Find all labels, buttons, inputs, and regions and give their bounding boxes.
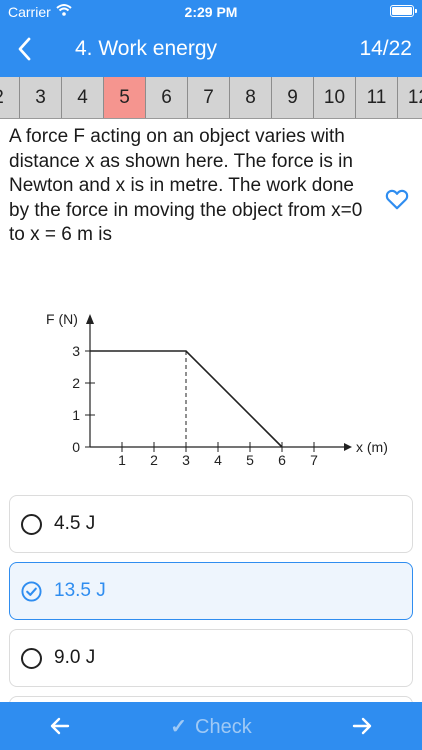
favorite-button[interactable]: [384, 186, 410, 212]
nav-bar: 4. Work energy 14/22: [0, 24, 422, 77]
x-axis-arrow: [344, 443, 352, 451]
tab-question-4[interactable]: 4: [62, 77, 104, 118]
check-label: Check: [195, 716, 252, 738]
x-tick-label: 2: [150, 452, 158, 468]
radio-icon: [21, 647, 42, 669]
checkmark-icon: ✓: [170, 716, 188, 738]
x-tick-label: 5: [246, 452, 254, 468]
status-bar: Carrier 2:29 PM: [0, 0, 422, 24]
x-tick-label: 1: [118, 452, 126, 468]
tab-question-5[interactable]: 5: [104, 77, 146, 118]
y-tick-label: 0: [72, 439, 80, 455]
heart-icon: [385, 189, 409, 210]
tab-question-9[interactable]: 9: [272, 77, 314, 118]
y-tick-label: 1: [72, 407, 80, 423]
y-tick-label: 3: [72, 343, 80, 359]
question-tabs-track: 23456789101112: [0, 77, 422, 118]
question-counter: 14/22: [359, 37, 412, 60]
y-tick-label: 2: [72, 375, 80, 391]
back-button[interactable]: [10, 34, 38, 64]
check-circle-icon: [21, 580, 42, 602]
x-tick-label: 4: [214, 452, 222, 468]
y-axis-arrow: [86, 314, 94, 324]
question-tabs: 23456789101112: [0, 77, 422, 119]
option-label: 9.0 J: [54, 647, 96, 668]
tab-question-2[interactable]: 2: [0, 77, 20, 118]
y-axis-label: F (N): [46, 311, 78, 327]
x-axis-label: x (m): [356, 439, 388, 455]
option-a[interactable]: 4.5 J: [9, 495, 413, 553]
x-tick-label: 7: [310, 452, 318, 468]
option-label: 4.5 J: [54, 513, 96, 534]
x-tick-label: 3: [182, 452, 190, 468]
tab-question-12[interactable]: 12: [398, 77, 422, 118]
tab-question-6[interactable]: 6: [146, 77, 188, 118]
option-c[interactable]: 9.0 J: [9, 629, 413, 687]
force-distance-graph: F (N) x (m) 0 1 2 3 1 2 3 4 5 6 7: [46, 311, 388, 468]
battery-icon: [390, 5, 417, 17]
option-label: 13.5 J: [54, 580, 106, 601]
bottom-bar: ✓ Check: [0, 702, 422, 750]
page-title: 4. Work energy: [75, 37, 218, 60]
tab-question-11[interactable]: 11: [356, 77, 398, 118]
arrow-right-icon: [352, 717, 372, 735]
header: Carrier 2:29 PM 4. Work energy 14/22: [0, 0, 422, 77]
tab-question-10[interactable]: 10: [314, 77, 356, 118]
x-tick-label: 6: [278, 452, 286, 468]
status-time: 2:29 PM: [184, 4, 238, 20]
tab-question-8[interactable]: 8: [230, 77, 272, 118]
radio-icon: [21, 513, 42, 535]
tab-question-7[interactable]: 7: [188, 77, 230, 118]
next-button[interactable]: [348, 712, 376, 740]
chevron-left-icon: [18, 37, 31, 61]
tab-question-3[interactable]: 3: [20, 77, 62, 118]
question-text: A force F acting on an object varies wit…: [9, 126, 363, 245]
option-b[interactable]: 13.5 J: [9, 562, 413, 620]
